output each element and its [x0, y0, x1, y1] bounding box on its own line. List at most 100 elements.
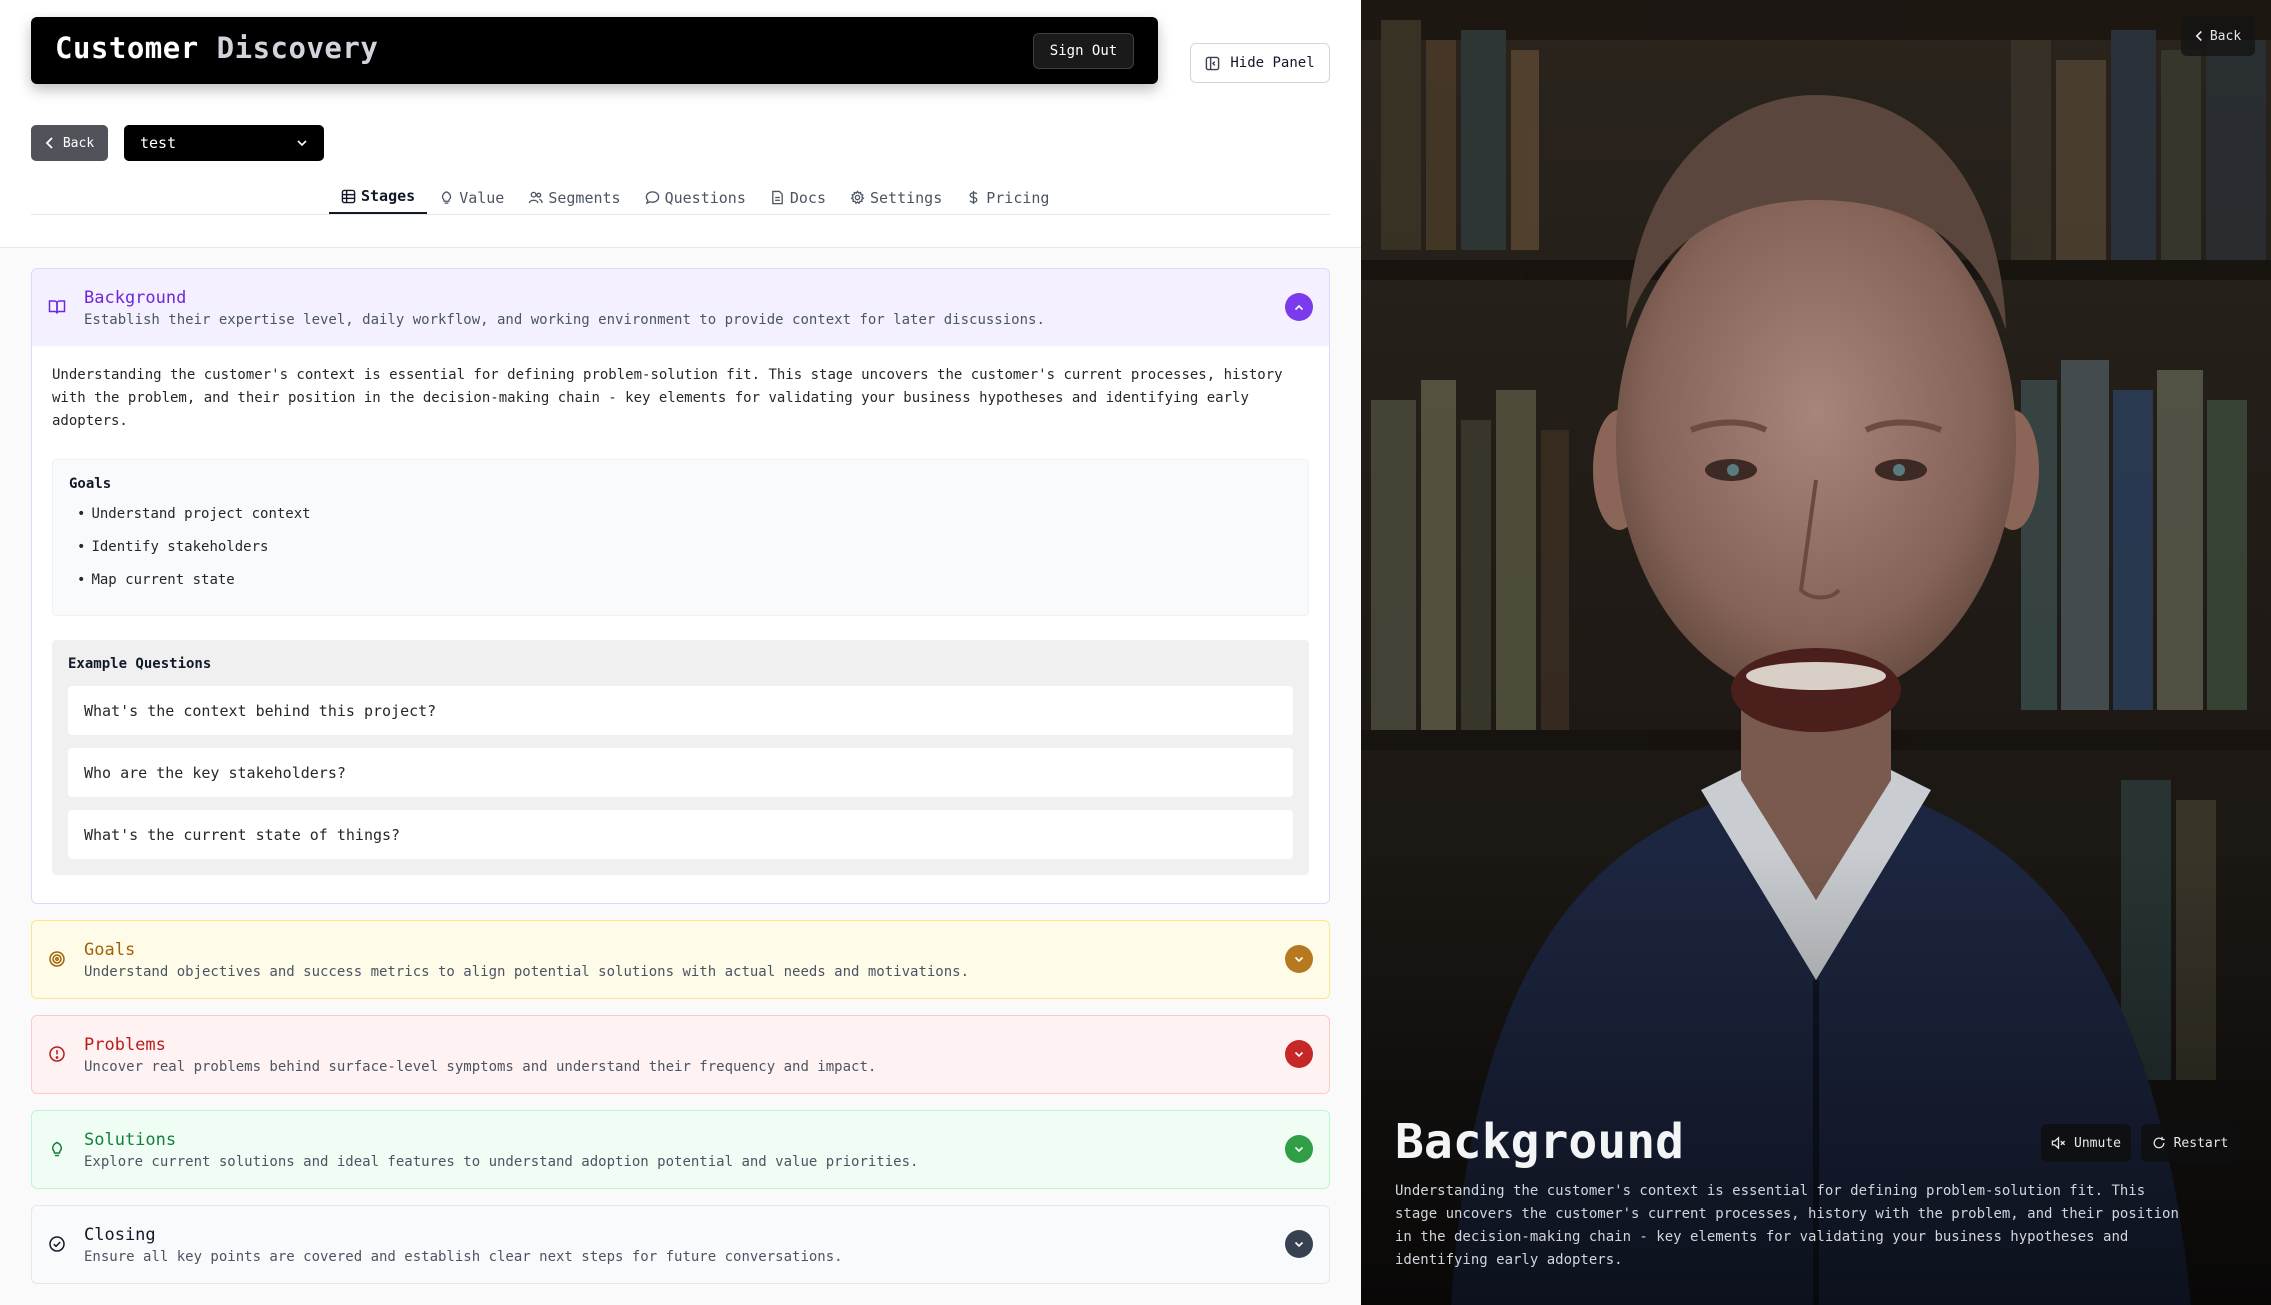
- tab-questions[interactable]: Questions: [633, 180, 758, 215]
- tab-bar: Stages Value Segments Questions Docs Set…: [329, 180, 1061, 215]
- alert-circle-icon: [49, 1046, 65, 1062]
- tab-divider: [31, 214, 1330, 215]
- app-header: Customer Discovery Sign Out: [31, 17, 1158, 84]
- example-question[interactable]: Who are the key stakeholders?: [68, 748, 1293, 797]
- stage-list: Background Establish their expertise lev…: [31, 268, 1330, 1300]
- document-icon: [772, 190, 783, 205]
- stage-name: Problems: [84, 1034, 166, 1055]
- chevron-down-icon: [1294, 1146, 1304, 1152]
- goal-item: Map current state: [77, 572, 1292, 605]
- stage-description: Understand objectives and success metric…: [84, 963, 970, 980]
- stage-name: Solutions: [84, 1129, 177, 1150]
- video-frame: [1361, 0, 2271, 1305]
- video-description: Understanding the customer's context is …: [1395, 1183, 2179, 1268]
- chevron-left-icon: [2195, 30, 2202, 42]
- unmute-button[interactable]: Unmute: [2041, 1124, 2131, 1162]
- stage-body-background: Understanding the customer's context is …: [32, 346, 1329, 903]
- stage-card-solutions[interactable]: Solutions Explore current solutions and …: [31, 1110, 1330, 1189]
- example-questions-heading: Example Questions: [68, 656, 212, 672]
- project-select[interactable]: test: [124, 125, 324, 161]
- tab-settings[interactable]: Settings: [838, 180, 954, 215]
- example-questions-section: Example Questions What's the context beh…: [52, 640, 1309, 875]
- restart-button[interactable]: Restart: [2141, 1124, 2239, 1162]
- target-icon: [49, 951, 65, 967]
- stage-header-solutions[interactable]: Solutions Explore current solutions and …: [32, 1111, 1329, 1188]
- volume-off-icon: [2051, 1136, 2066, 1150]
- stage-name: Goals: [84, 939, 136, 960]
- hide-panel-button[interactable]: Hide Panel: [1190, 43, 1330, 83]
- back-button[interactable]: Back: [31, 125, 108, 161]
- tab-label: Settings: [870, 188, 943, 207]
- tab-label: Questions: [664, 188, 746, 207]
- stage-header-closing[interactable]: Closing Ensure all key points are covere…: [32, 1206, 1329, 1283]
- tab-label: Stages: [361, 187, 416, 205]
- example-question[interactable]: What's the current state of things?: [68, 810, 1293, 859]
- video-title: Background: [1395, 1114, 1684, 1170]
- chevron-down-icon: [297, 140, 307, 147]
- tab-value[interactable]: Value: [427, 180, 516, 215]
- tab-label: Segments: [548, 188, 621, 207]
- restart-label: Restart: [2173, 1135, 2229, 1151]
- users-icon: [529, 191, 544, 204]
- tab-label: Pricing: [986, 188, 1050, 207]
- example-question[interactable]: What's the context behind this project?: [68, 686, 1293, 735]
- chevron-down-icon: [1294, 1241, 1304, 1247]
- stage-description: Uncover real problems behind surface-lev…: [84, 1058, 877, 1075]
- stage-header-goals[interactable]: Goals Understand objectives and success …: [32, 921, 1329, 998]
- chevron-up-icon: [1294, 304, 1304, 310]
- book-icon: [48, 300, 66, 314]
- stage-description: Establish their expertise level, daily w…: [84, 311, 1045, 328]
- gear-icon: [850, 190, 865, 205]
- stage-description: Ensure all key points are covered and es…: [84, 1248, 843, 1265]
- back-label: Back: [62, 135, 95, 151]
- tab-label: Docs: [789, 188, 826, 207]
- top-area: Customer Discovery Sign Out Hide Panel B…: [0, 0, 1361, 248]
- lightbulb-icon: [52, 1141, 62, 1157]
- video-back-button[interactable]: Back: [2181, 16, 2255, 56]
- check-circle-icon: [49, 1236, 65, 1252]
- stage-header-problems[interactable]: Problems Uncover real problems behind su…: [32, 1016, 1329, 1093]
- tab-pricing[interactable]: Pricing: [954, 180, 1061, 215]
- stage-card-problems[interactable]: Problems Uncover real problems behind su…: [31, 1015, 1330, 1094]
- hide-panel-label: Hide Panel: [1230, 55, 1315, 71]
- panel-icon: [1206, 56, 1220, 70]
- tab-docs[interactable]: Docs: [758, 180, 838, 215]
- stage-intro: Understanding the customer's context is …: [52, 367, 1283, 429]
- tab-label: Value: [459, 188, 505, 207]
- goals-section: Goals Understand project context Identif…: [52, 459, 1309, 616]
- restart-icon: [2153, 1136, 2165, 1149]
- stage-card-background: Background Establish their expertise lev…: [31, 268, 1330, 904]
- dollar-icon: [969, 190, 978, 205]
- unmute-label: Unmute: [2074, 1135, 2121, 1151]
- goal-item: Understand project context: [77, 506, 1292, 539]
- lightbulb-icon: [442, 191, 452, 204]
- expand-button[interactable]: [1285, 1135, 1313, 1163]
- goal-item: Identify stakeholders: [77, 539, 1292, 572]
- collapse-button[interactable]: [1285, 293, 1313, 321]
- expand-button[interactable]: [1285, 945, 1313, 973]
- list-icon: [341, 189, 356, 203]
- video-panel[interactable]: Back Background Understanding the custom…: [1361, 0, 2271, 1305]
- video-back-label: Back: [2209, 28, 2242, 44]
- goals-heading: Goals: [69, 476, 112, 492]
- chevron-down-icon: [1294, 1051, 1304, 1057]
- stage-header-background[interactable]: Background Establish their expertise lev…: [32, 269, 1329, 346]
- sign-out-button[interactable]: Sign Out: [1033, 33, 1134, 69]
- app-title: Customer Discovery: [55, 31, 378, 65]
- stage-description: Explore current solutions and ideal feat…: [84, 1153, 919, 1170]
- message-icon: [645, 191, 659, 205]
- stage-card-goals[interactable]: Goals Understand objectives and success …: [31, 920, 1330, 999]
- left-panel: Customer Discovery Sign Out Hide Panel B…: [0, 0, 1361, 1305]
- project-select-value: test: [140, 134, 177, 152]
- app-title-part2: Discovery: [216, 31, 379, 65]
- chevron-down-icon: [1294, 956, 1304, 962]
- tab-segments[interactable]: Segments: [516, 180, 632, 215]
- chevron-left-icon: [45, 137, 53, 149]
- stage-name: Closing: [84, 1224, 156, 1245]
- expand-button[interactable]: [1285, 1230, 1313, 1258]
- expand-button[interactable]: [1285, 1040, 1313, 1068]
- stage-name: Background: [84, 287, 187, 308]
- app-title-part1: Customer: [55, 31, 199, 65]
- stage-card-closing[interactable]: Closing Ensure all key points are covere…: [31, 1205, 1330, 1284]
- tab-stages[interactable]: Stages: [329, 180, 428, 215]
